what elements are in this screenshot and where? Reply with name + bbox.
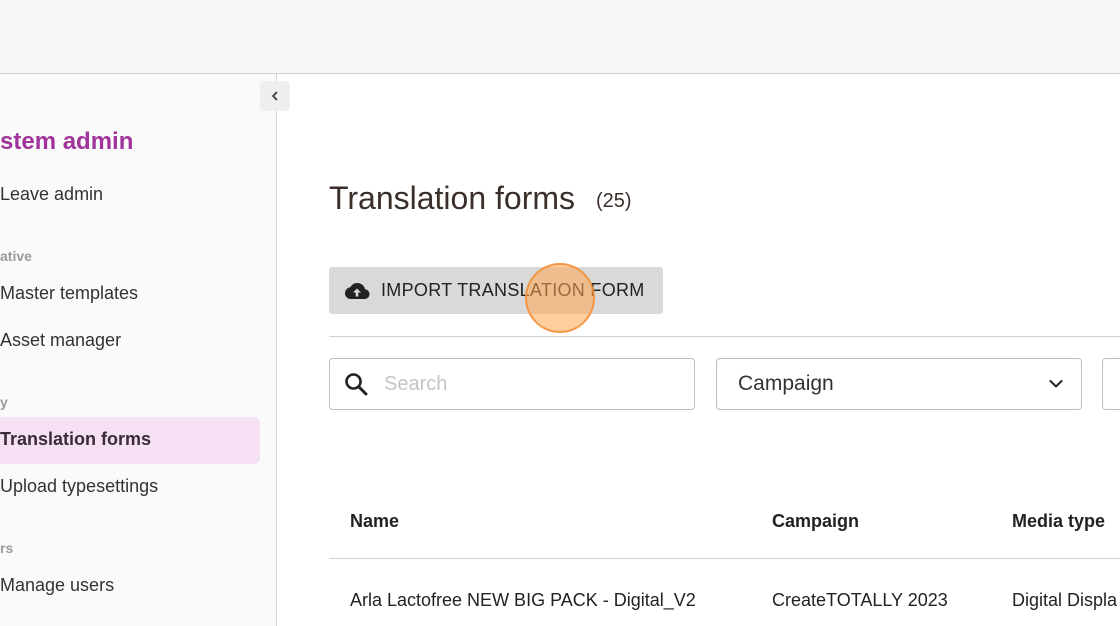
click-indicator — [525, 263, 595, 333]
collapse-sidebar-button[interactable] — [260, 81, 290, 111]
cloud-upload-icon — [345, 282, 370, 299]
search-box[interactable] — [329, 358, 695, 410]
search-input[interactable] — [382, 371, 666, 397]
import-button-label: IMPORT TRANSLATION FORM — [381, 280, 645, 300]
campaign-filter-label: Campaign — [738, 372, 834, 395]
sidebar-item-upload-typesettings[interactable]: Upload typesettings — [0, 476, 158, 497]
column-header-campaign[interactable]: Campaign — [772, 511, 859, 532]
top-bar — [0, 0, 1120, 74]
sidebar-section-creative: ative — [0, 248, 32, 264]
table-row-campaign: CreateTOTALLY 2023 — [772, 590, 948, 610]
campaign-filter-select[interactable]: Campaign — [716, 358, 1082, 410]
search-icon — [345, 373, 368, 396]
media-type-filter-select[interactable] — [1102, 358, 1120, 410]
chevron-left-icon — [272, 91, 278, 101]
import-translation-form-button[interactable]: IMPORT TRANSLATION FORM — [329, 267, 663, 314]
chevron-down-icon — [1049, 380, 1063, 388]
column-header-name[interactable]: Name — [350, 511, 399, 532]
divider — [329, 336, 1120, 337]
sidebar-item-asset-manager[interactable]: Asset manager — [0, 330, 121, 351]
column-header-media-type[interactable]: Media type — [1012, 511, 1105, 532]
page-title: Translation forms — [329, 180, 575, 216]
sidebar-section-copy: y — [0, 394, 8, 410]
table-row-name[interactable]: Arla Lactofree NEW BIG PACK - Digital_V2 — [350, 590, 696, 611]
page-count: (25) — [596, 190, 632, 212]
sidebar-title: stem admin — [0, 128, 134, 155]
sidebar-item-manage-users[interactable]: Manage users — [0, 575, 114, 596]
sidebar-item-master-templates[interactable]: Master templates — [0, 283, 138, 304]
table-row-media-type: Digital Displa — [1012, 590, 1118, 610]
sidebar-item-label: Translation forms — [0, 429, 152, 449]
sidebar-item-leave-admin[interactable]: Leave admin — [0, 184, 103, 205]
table-header-divider — [329, 558, 1120, 559]
sidebar-section-users: rs — [0, 540, 14, 556]
